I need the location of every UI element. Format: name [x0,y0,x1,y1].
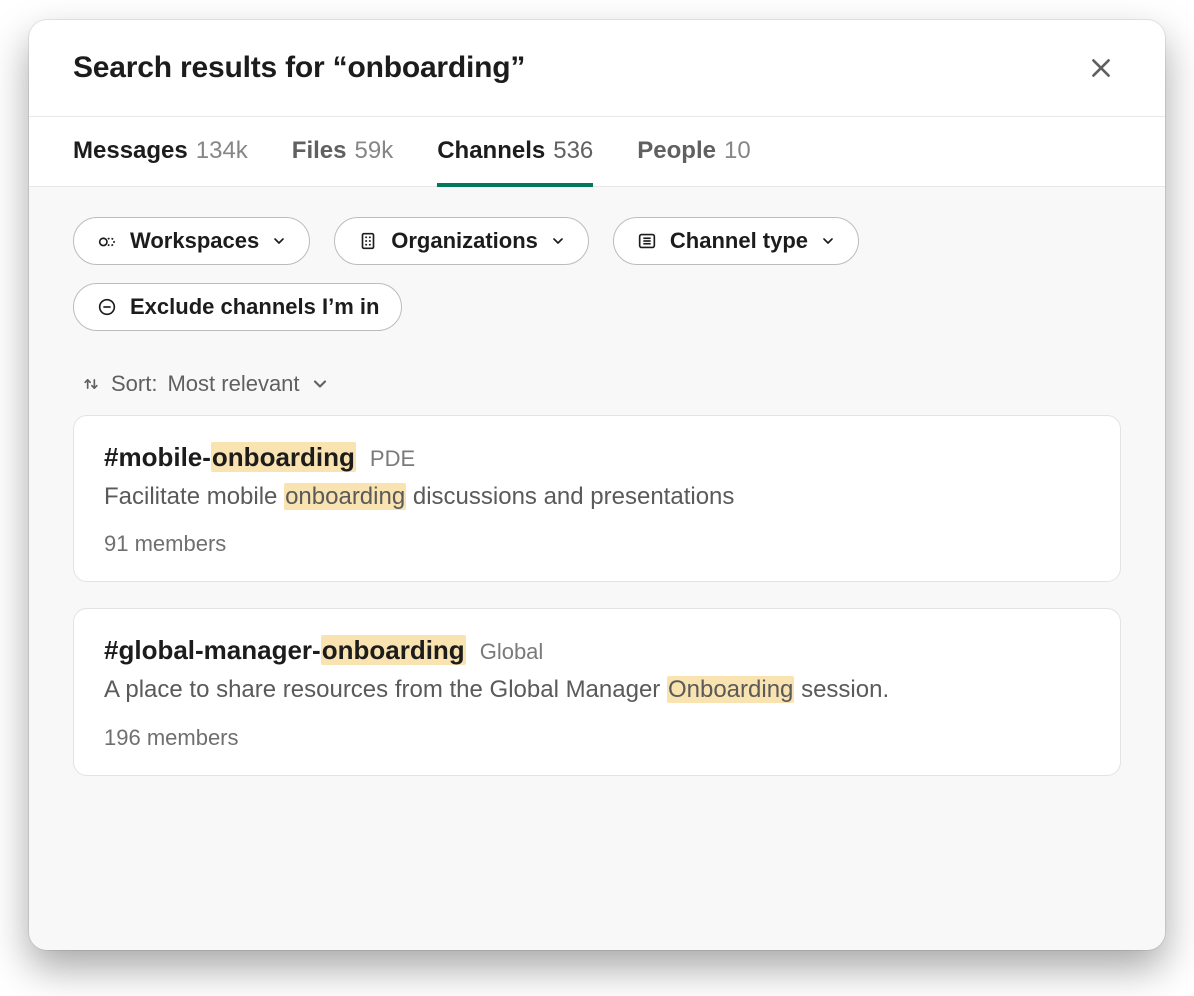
channel-workspace-tag: PDE [370,446,415,472]
channel-members: 91 members [104,531,1090,557]
page-title: Search results for “onboarding” [73,51,525,85]
channel-result[interactable]: #mobile-onboarding PDE Facilitate mobile… [73,415,1121,582]
channel-name: #mobile-onboarding [104,442,356,473]
result-title-row: #global-manager-onboarding Global [104,635,1090,666]
tab-label: Files [292,137,347,165]
panel-body: Workspaces Organizations Channel type Ex… [29,187,1165,950]
sort-control[interactable]: Sort: Most relevant [81,371,1121,397]
tab-count: 536 [553,137,593,165]
tab-people[interactable]: People 10 [637,117,750,187]
filter-label: Workspaces [130,228,259,254]
filter-organizations[interactable]: Organizations [334,217,589,265]
result-title-row: #mobile-onboarding PDE [104,442,1090,473]
highlight: onboarding [321,635,466,665]
sort-icon [81,374,101,394]
close-button[interactable] [1081,48,1121,88]
channel-name: #global-manager-onboarding [104,635,466,666]
building-icon [357,230,379,252]
channel-workspace-tag: Global [480,639,544,665]
filter-label: Organizations [391,228,538,254]
filter-workspaces[interactable]: Workspaces [73,217,310,265]
highlight: Onboarding [667,676,794,703]
filter-row: Workspaces Organizations Channel type Ex… [73,217,1121,331]
filter-label: Exclude channels I’m in [130,294,379,320]
tab-files[interactable]: Files 59k [292,117,393,187]
tab-count: 10 [724,137,751,165]
channel-description: Facilitate mobile onboarding discussions… [104,481,1090,513]
tab-label: People [637,137,716,165]
highlight: onboarding [211,442,356,472]
tab-count: 59k [355,137,394,165]
minus-circle-icon [96,296,118,318]
workspace-icon [96,230,118,252]
chevron-down-icon [271,233,287,249]
tabs: Messages 134k Files 59k Channels 536 Peo… [29,116,1165,187]
tab-label: Messages [73,137,188,165]
tab-messages[interactable]: Messages 134k [73,117,248,187]
tab-label: Channels [437,137,545,165]
panel-header: Search results for “onboarding” [29,20,1165,116]
filter-label: Channel type [670,228,808,254]
list-icon [636,230,658,252]
channel-description: A place to share resources from the Glob… [104,674,1090,706]
filter-channel-type[interactable]: Channel type [613,217,859,265]
tab-count: 134k [196,137,248,165]
sort-value: Most relevant [167,371,299,397]
chevron-down-icon [820,233,836,249]
tab-channels[interactable]: Channels 536 [437,117,593,187]
channel-members: 196 members [104,725,1090,751]
close-icon [1088,55,1114,81]
filter-exclude-my-channels[interactable]: Exclude channels I’m in [73,283,402,331]
chevron-down-icon [310,374,330,394]
sort-prefix: Sort: [111,371,157,397]
chevron-down-icon [550,233,566,249]
channel-result[interactable]: #global-manager-onboarding Global A plac… [73,608,1121,775]
search-results-panel: Search results for “onboarding” Messages… [29,20,1165,950]
highlight: onboarding [284,483,406,510]
